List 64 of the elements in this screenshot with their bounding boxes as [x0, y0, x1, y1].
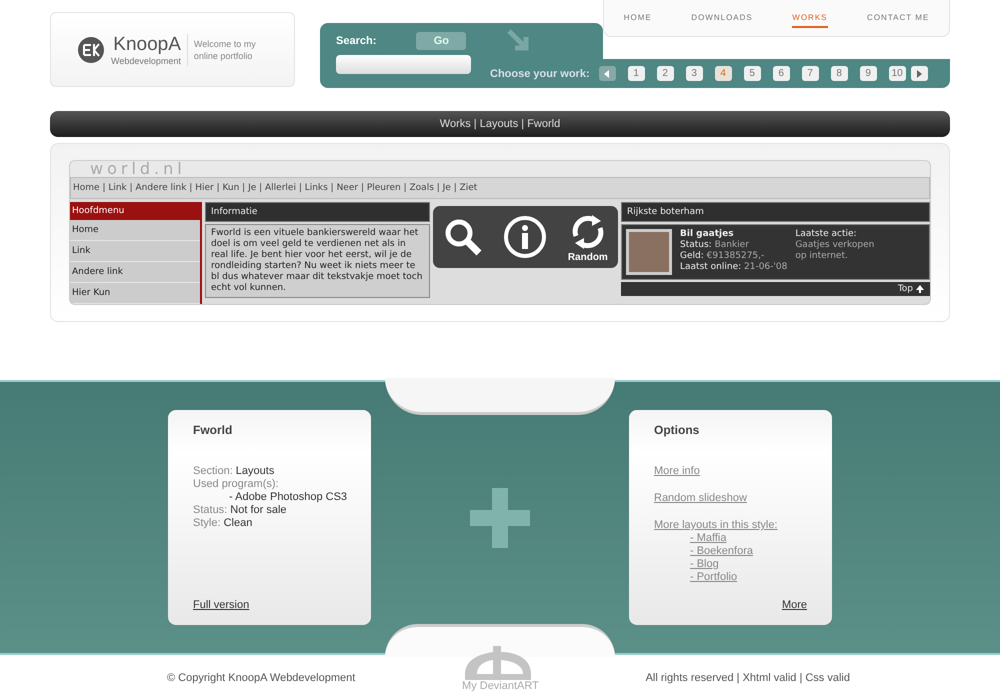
player-stat: Status: Bankier — [680, 240, 750, 251]
option-link[interactable]: More layouts in this style: — [654, 519, 807, 532]
search-icon[interactable] — [443, 217, 484, 257]
page-button[interactable]: 2 — [656, 66, 674, 81]
panel-title: Rijkste boterham — [621, 202, 930, 222]
right-arrow-icon — [916, 70, 922, 78]
search-label: Search: — [336, 35, 376, 47]
nav-link[interactable]: CONTACT ME — [867, 9, 930, 27]
preview-logo: world.nl — [90, 161, 186, 178]
avatar-placeholder — [626, 229, 672, 275]
page-button[interactable]: 3 — [686, 66, 703, 81]
detail-line: Status: Not for sale — [193, 504, 288, 517]
nav-link[interactable]: DOWNLOADS — [691, 9, 753, 27]
info-icon[interactable] — [503, 215, 548, 259]
action-label: Laatste actie: — [795, 229, 858, 240]
deviantart-link[interactable]: My DeviantART — [462, 680, 539, 692]
option-link[interactable]: Random slideshow — [654, 492, 807, 505]
search-field[interactable] — [336, 55, 471, 74]
go-button[interactable]: Go — [416, 32, 466, 50]
player-stat: Geld: €91385275,- — [680, 251, 766, 262]
logo-icon — [77, 36, 105, 64]
page-button[interactable]: 10 — [888, 66, 906, 81]
player-stat: Laatst online: 21-06-'08 — [680, 262, 788, 273]
card-title: Fworld — [193, 423, 234, 437]
action-text: Gaatjes verkopen op internet. — [795, 240, 876, 262]
page-button[interactable]: 1 — [628, 66, 645, 81]
logo-name: KnoopA — [113, 34, 181, 56]
programs-label: Used program(s): — [193, 478, 280, 491]
full-version-link[interactable]: Full version — [193, 599, 346, 611]
tagline: Welcome to my online portfolio — [194, 38, 257, 62]
card-title: Options — [654, 423, 700, 437]
plus-icon — [470, 488, 530, 548]
panel-title: Informatie — [205, 202, 430, 222]
info-text: Fworld is een vituele bankierswereld waar het doel is om veel geld te verdienen net als in real life. Je bent hier voor het eerst, wil je de rondleiding starten? Nu weet ik niets meer te bl dus whatever maar dit tekstvakje moet toch echt vol kunnen. — [205, 224, 430, 298]
left-arrow-icon — [604, 70, 610, 78]
page-button[interactable]: 6 — [772, 66, 790, 81]
copyright: © Copyright KnoopA Webdevelopment — [167, 672, 356, 684]
nav-link[interactable]: WORKS — [792, 8, 828, 28]
layout-link[interactable]: - Boekenfora — [690, 545, 807, 558]
next-button[interactable] — [910, 66, 928, 81]
previous-button[interactable] — [598, 66, 616, 81]
player-name: Bil gaatjes — [680, 229, 735, 240]
page-button[interactable]: 5 — [744, 66, 761, 81]
breadcrumb: Works | Layouts | Fworld — [440, 118, 560, 130]
logo-subtitle: Webdevelopment — [111, 56, 181, 66]
preview-nav: Home | Link | Andere link | Hier | Kun | Je | Allerlei | Links | Neer | Pleuren | Zoals | Je | Ziet — [73, 183, 478, 193]
page-button[interactable]: 4 — [714, 66, 732, 81]
menu-title: Hoofdmenu — [70, 202, 200, 220]
footer-links: All rights reserved | Xhtml valid | Css valid — [646, 672, 850, 684]
page-button[interactable]: 8 — [830, 66, 848, 81]
detail-line: Section: Layouts — [193, 465, 276, 478]
more-link[interactable]: More — [782, 599, 807, 611]
layout-link[interactable]: - Portfolio — [690, 571, 807, 584]
page-button[interactable]: 9 — [860, 66, 877, 81]
page-button[interactable]: 7 — [802, 66, 819, 81]
option-link[interactable]: More info — [654, 465, 807, 478]
program-name: - Adobe Photoshop CS3 — [228, 491, 346, 504]
layout-link[interactable]: - Maffia — [690, 532, 807, 545]
layout-link[interactable]: - Blog — [690, 558, 807, 571]
random-label[interactable]: Random — [568, 252, 608, 262]
up-arrow-icon — [916, 285, 924, 293]
detail-line: Style: Clean — [193, 517, 254, 530]
nav-link[interactable]: HOME — [624, 9, 652, 27]
chooser-label: Choose your work: — [490, 68, 590, 80]
